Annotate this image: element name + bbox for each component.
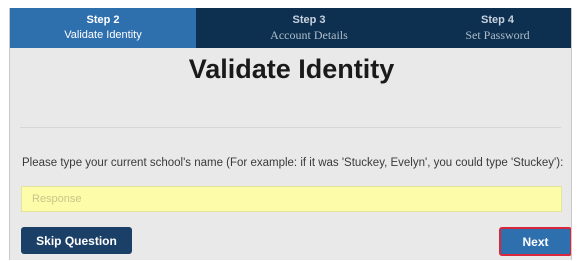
security-question: Please type your current school's name (… — [22, 157, 564, 169]
skip-question-button[interactable]: Skip Question — [21, 227, 132, 254]
response-input[interactable] — [21, 186, 562, 212]
step-number: Step 2 — [86, 14, 120, 26]
step-number: Step 4 — [480, 14, 514, 26]
step-label: Validate Identity — [64, 29, 142, 41]
next-button[interactable]: Next — [499, 227, 571, 256]
step-2-validate-identity: Step 2 Validate Identity — [10, 8, 196, 48]
step-4-set-password: Step 4 Set Password — [422, 8, 571, 48]
step-3-account-details: Step 3 Account Details — [196, 8, 422, 48]
identity-panel: Step 2 Validate Identity Step 3 Account … — [9, 8, 572, 260]
step-number: Step 3 — [292, 14, 326, 26]
step-progress-bar: Step 2 Validate Identity Step 3 Account … — [10, 8, 571, 48]
page-title: Validate Identity — [188, 54, 395, 84]
step-label: Set Password — [465, 28, 530, 42]
divider — [20, 127, 561, 128]
step-label: Account Details — [270, 28, 348, 42]
